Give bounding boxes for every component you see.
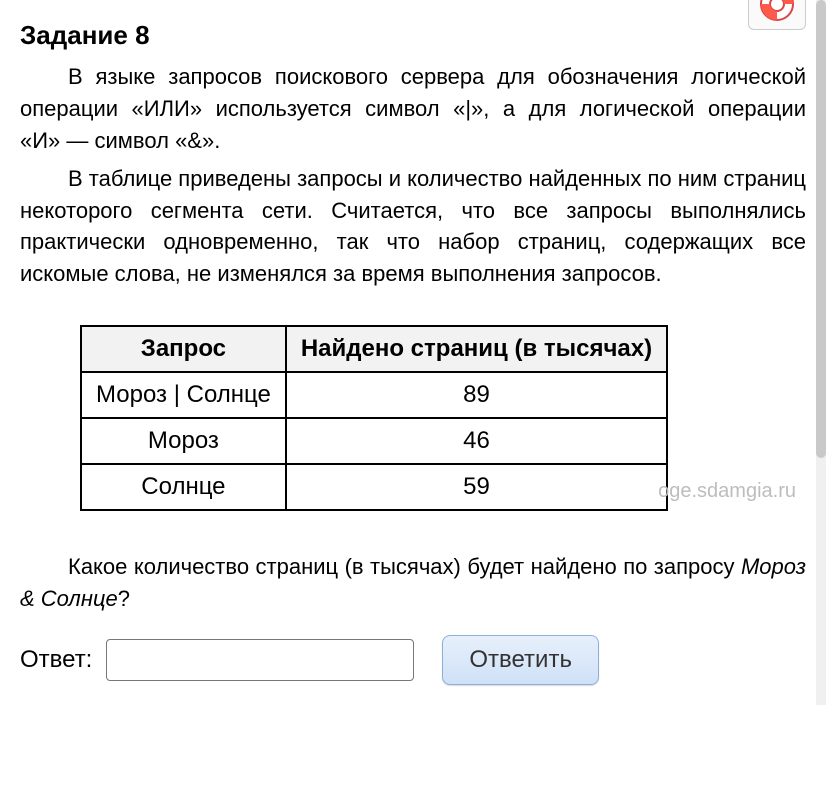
submit-button[interactable]: Ответить	[442, 635, 599, 685]
col-header-query: Запрос	[81, 326, 286, 372]
col-header-count: Найдено страниц (в тысячах)	[286, 326, 667, 372]
table-row: Мороз 46	[81, 418, 667, 464]
cell-count: 59	[286, 464, 667, 510]
scrollbar-thumb[interactable]	[816, 0, 826, 458]
vertical-scrollbar[interactable]	[816, 0, 826, 705]
queries-table: Запрос Найдено страниц (в тысячах) Мороз…	[80, 325, 668, 511]
intro-paragraph-1: В языке запросов поискового сервера для …	[20, 61, 806, 157]
question-text: Какое количество страниц (в тысячах) буд…	[20, 551, 806, 615]
question-prefix: Какое количество страниц (в тысячах) буд…	[68, 554, 741, 579]
lifesaver-icon	[759, 0, 795, 22]
task-heading: Задание 8	[20, 20, 806, 51]
cell-count: 46	[286, 418, 667, 464]
intro-paragraph-2: В таблице приведены запросы и количество…	[20, 163, 806, 291]
cell-count: 89	[286, 372, 667, 418]
cell-query: Солнце	[81, 464, 286, 510]
cell-query: Мороз	[81, 418, 286, 464]
question-suffix: ?	[118, 586, 130, 611]
cell-query: Мороз | Солнце	[81, 372, 286, 418]
table-row: Мороз | Солнце 89	[81, 372, 667, 418]
answer-label: Ответ:	[20, 646, 92, 674]
watermark: oge.sdamgia.ru	[658, 480, 796, 503]
data-table-wrap: Запрос Найдено страниц (в тысячах) Мороз…	[80, 325, 806, 511]
answer-input[interactable]	[106, 639, 414, 681]
table-row: Солнце 59	[81, 464, 667, 510]
table-header-row: Запрос Найдено страниц (в тысячах)	[81, 326, 667, 372]
help-button[interactable]	[748, 0, 806, 30]
